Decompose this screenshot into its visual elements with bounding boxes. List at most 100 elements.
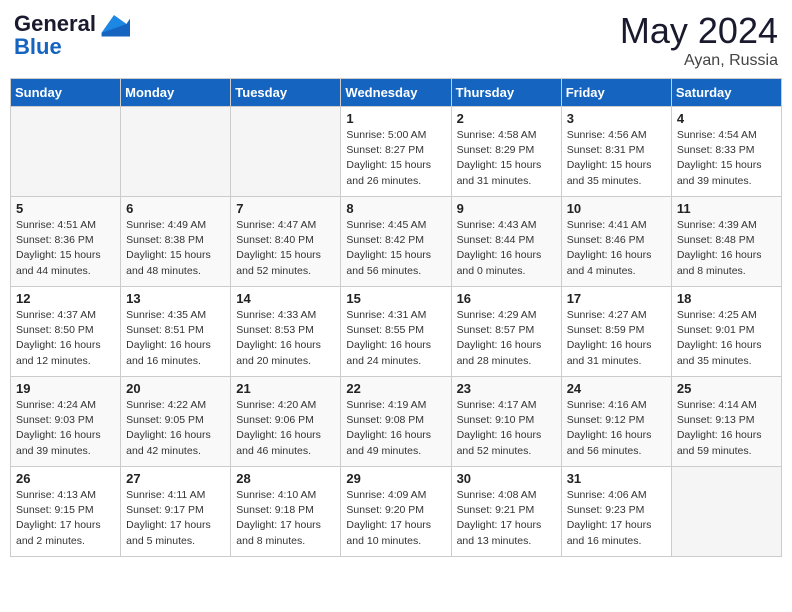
table-row: 30 Sunrise: 4:08 AM Sunset: 9:21 PM Dayl…	[451, 467, 561, 557]
sunrise-text: Sunrise: 4:25 AM	[677, 309, 757, 321]
sunrise-text: Sunrise: 4:09 AM	[346, 489, 426, 501]
day-info: Sunrise: 4:33 AM Sunset: 8:53 PM Dayligh…	[236, 308, 335, 369]
day-info: Sunrise: 5:00 AM Sunset: 8:27 PM Dayligh…	[346, 128, 445, 189]
table-row: 24 Sunrise: 4:16 AM Sunset: 9:12 PM Dayl…	[561, 377, 671, 467]
table-row: 16 Sunrise: 4:29 AM Sunset: 8:57 PM Dayl…	[451, 287, 561, 377]
day-number: 7	[236, 201, 335, 216]
table-row: 13 Sunrise: 4:35 AM Sunset: 8:51 PM Dayl…	[121, 287, 231, 377]
table-row: 18 Sunrise: 4:25 AM Sunset: 9:01 PM Dayl…	[671, 287, 781, 377]
sunset-text: Sunset: 9:21 PM	[457, 504, 535, 516]
sunset-text: Sunset: 9:18 PM	[236, 504, 314, 516]
day-number: 15	[346, 291, 445, 306]
sunrise-text: Sunrise: 4:29 AM	[457, 309, 537, 321]
sunrise-text: Sunrise: 4:20 AM	[236, 399, 316, 411]
day-info: Sunrise: 4:08 AM Sunset: 9:21 PM Dayligh…	[457, 488, 556, 549]
sunrise-text: Sunrise: 4:41 AM	[567, 219, 647, 231]
sunrise-text: Sunrise: 4:13 AM	[16, 489, 96, 501]
sunset-text: Sunset: 9:13 PM	[677, 414, 755, 426]
daylight-text: Daylight: 17 hours and 5 minutes.	[126, 519, 211, 546]
calendar-week-row: 1 Sunrise: 5:00 AM Sunset: 8:27 PM Dayli…	[11, 107, 782, 197]
day-info: Sunrise: 4:35 AM Sunset: 8:51 PM Dayligh…	[126, 308, 225, 369]
daylight-text: Daylight: 15 hours and 52 minutes.	[236, 249, 321, 276]
daylight-text: Daylight: 16 hours and 20 minutes.	[236, 339, 321, 366]
sunrise-text: Sunrise: 4:56 AM	[567, 129, 647, 141]
calendar-header-row: Sunday Monday Tuesday Wednesday Thursday…	[11, 79, 782, 107]
daylight-text: Daylight: 16 hours and 0 minutes.	[457, 249, 542, 276]
day-info: Sunrise: 4:11 AM Sunset: 9:17 PM Dayligh…	[126, 488, 225, 549]
table-row: 19 Sunrise: 4:24 AM Sunset: 9:03 PM Dayl…	[11, 377, 121, 467]
table-row: 1 Sunrise: 5:00 AM Sunset: 8:27 PM Dayli…	[341, 107, 451, 197]
day-info: Sunrise: 4:29 AM Sunset: 8:57 PM Dayligh…	[457, 308, 556, 369]
table-row: 15 Sunrise: 4:31 AM Sunset: 8:55 PM Dayl…	[341, 287, 451, 377]
sunset-text: Sunset: 8:48 PM	[677, 234, 755, 246]
daylight-text: Daylight: 15 hours and 56 minutes.	[346, 249, 431, 276]
table-row: 3 Sunrise: 4:56 AM Sunset: 8:31 PM Dayli…	[561, 107, 671, 197]
sunset-text: Sunset: 8:53 PM	[236, 324, 314, 336]
sunrise-text: Sunrise: 4:10 AM	[236, 489, 316, 501]
table-row: 31 Sunrise: 4:06 AM Sunset: 9:23 PM Dayl…	[561, 467, 671, 557]
sunset-text: Sunset: 8:36 PM	[16, 234, 94, 246]
table-row: 12 Sunrise: 4:37 AM Sunset: 8:50 PM Dayl…	[11, 287, 121, 377]
table-row: 20 Sunrise: 4:22 AM Sunset: 9:05 PM Dayl…	[121, 377, 231, 467]
calendar-table: Sunday Monday Tuesday Wednesday Thursday…	[10, 78, 782, 557]
table-row: 27 Sunrise: 4:11 AM Sunset: 9:17 PM Dayl…	[121, 467, 231, 557]
day-number: 9	[457, 201, 556, 216]
day-info: Sunrise: 4:39 AM Sunset: 8:48 PM Dayligh…	[677, 218, 776, 279]
day-info: Sunrise: 4:16 AM Sunset: 9:12 PM Dayligh…	[567, 398, 666, 459]
daylight-text: Daylight: 16 hours and 35 minutes.	[677, 339, 762, 366]
daylight-text: Daylight: 17 hours and 8 minutes.	[236, 519, 321, 546]
table-row: 2 Sunrise: 4:58 AM Sunset: 8:29 PM Dayli…	[451, 107, 561, 197]
daylight-text: Daylight: 16 hours and 46 minutes.	[236, 429, 321, 456]
title-block: May 2024 Ayan, Russia	[620, 10, 778, 70]
sunrise-text: Sunrise: 4:58 AM	[457, 129, 537, 141]
day-number: 31	[567, 471, 666, 486]
daylight-text: Daylight: 16 hours and 8 minutes.	[677, 249, 762, 276]
sunrise-text: Sunrise: 4:39 AM	[677, 219, 757, 231]
sunrise-text: Sunrise: 4:22 AM	[126, 399, 206, 411]
day-number: 22	[346, 381, 445, 396]
day-number: 2	[457, 111, 556, 126]
table-row: 10 Sunrise: 4:41 AM Sunset: 8:46 PM Dayl…	[561, 197, 671, 287]
sunrise-text: Sunrise: 4:31 AM	[346, 309, 426, 321]
sunset-text: Sunset: 8:59 PM	[567, 324, 645, 336]
day-number: 4	[677, 111, 776, 126]
header-wednesday: Wednesday	[341, 79, 451, 107]
table-row: 29 Sunrise: 4:09 AM Sunset: 9:20 PM Dayl…	[341, 467, 451, 557]
sunrise-text: Sunrise: 4:43 AM	[457, 219, 537, 231]
month-year-title: May 2024	[620, 10, 778, 52]
sunrise-text: Sunrise: 4:51 AM	[16, 219, 96, 231]
sunset-text: Sunset: 9:08 PM	[346, 414, 424, 426]
daylight-text: Daylight: 16 hours and 16 minutes.	[126, 339, 211, 366]
header-thursday: Thursday	[451, 79, 561, 107]
sunset-text: Sunset: 8:27 PM	[346, 144, 424, 156]
daylight-text: Daylight: 16 hours and 52 minutes.	[457, 429, 542, 456]
sunrise-text: Sunrise: 4:16 AM	[567, 399, 647, 411]
day-info: Sunrise: 4:43 AM Sunset: 8:44 PM Dayligh…	[457, 218, 556, 279]
table-row: 5 Sunrise: 4:51 AM Sunset: 8:36 PM Dayli…	[11, 197, 121, 287]
day-number: 19	[16, 381, 115, 396]
sunrise-text: Sunrise: 4:49 AM	[126, 219, 206, 231]
day-number: 25	[677, 381, 776, 396]
sunset-text: Sunset: 8:50 PM	[16, 324, 94, 336]
daylight-text: Daylight: 16 hours and 42 minutes.	[126, 429, 211, 456]
day-number: 14	[236, 291, 335, 306]
day-number: 16	[457, 291, 556, 306]
sunset-text: Sunset: 9:10 PM	[457, 414, 535, 426]
day-number: 21	[236, 381, 335, 396]
day-info: Sunrise: 4:49 AM Sunset: 8:38 PM Dayligh…	[126, 218, 225, 279]
daylight-text: Daylight: 15 hours and 48 minutes.	[126, 249, 211, 276]
sunrise-text: Sunrise: 4:08 AM	[457, 489, 537, 501]
day-info: Sunrise: 4:19 AM Sunset: 9:08 PM Dayligh…	[346, 398, 445, 459]
daylight-text: Daylight: 17 hours and 13 minutes.	[457, 519, 542, 546]
sunset-text: Sunset: 8:46 PM	[567, 234, 645, 246]
sunset-text: Sunset: 8:42 PM	[346, 234, 424, 246]
sunset-text: Sunset: 8:57 PM	[457, 324, 535, 336]
day-info: Sunrise: 4:06 AM Sunset: 9:23 PM Dayligh…	[567, 488, 666, 549]
day-info: Sunrise: 4:31 AM Sunset: 8:55 PM Dayligh…	[346, 308, 445, 369]
day-info: Sunrise: 4:54 AM Sunset: 8:33 PM Dayligh…	[677, 128, 776, 189]
header-saturday: Saturday	[671, 79, 781, 107]
table-row: 26 Sunrise: 4:13 AM Sunset: 9:15 PM Dayl…	[11, 467, 121, 557]
day-number: 8	[346, 201, 445, 216]
day-number: 11	[677, 201, 776, 216]
table-row: 7 Sunrise: 4:47 AM Sunset: 8:40 PM Dayli…	[231, 197, 341, 287]
